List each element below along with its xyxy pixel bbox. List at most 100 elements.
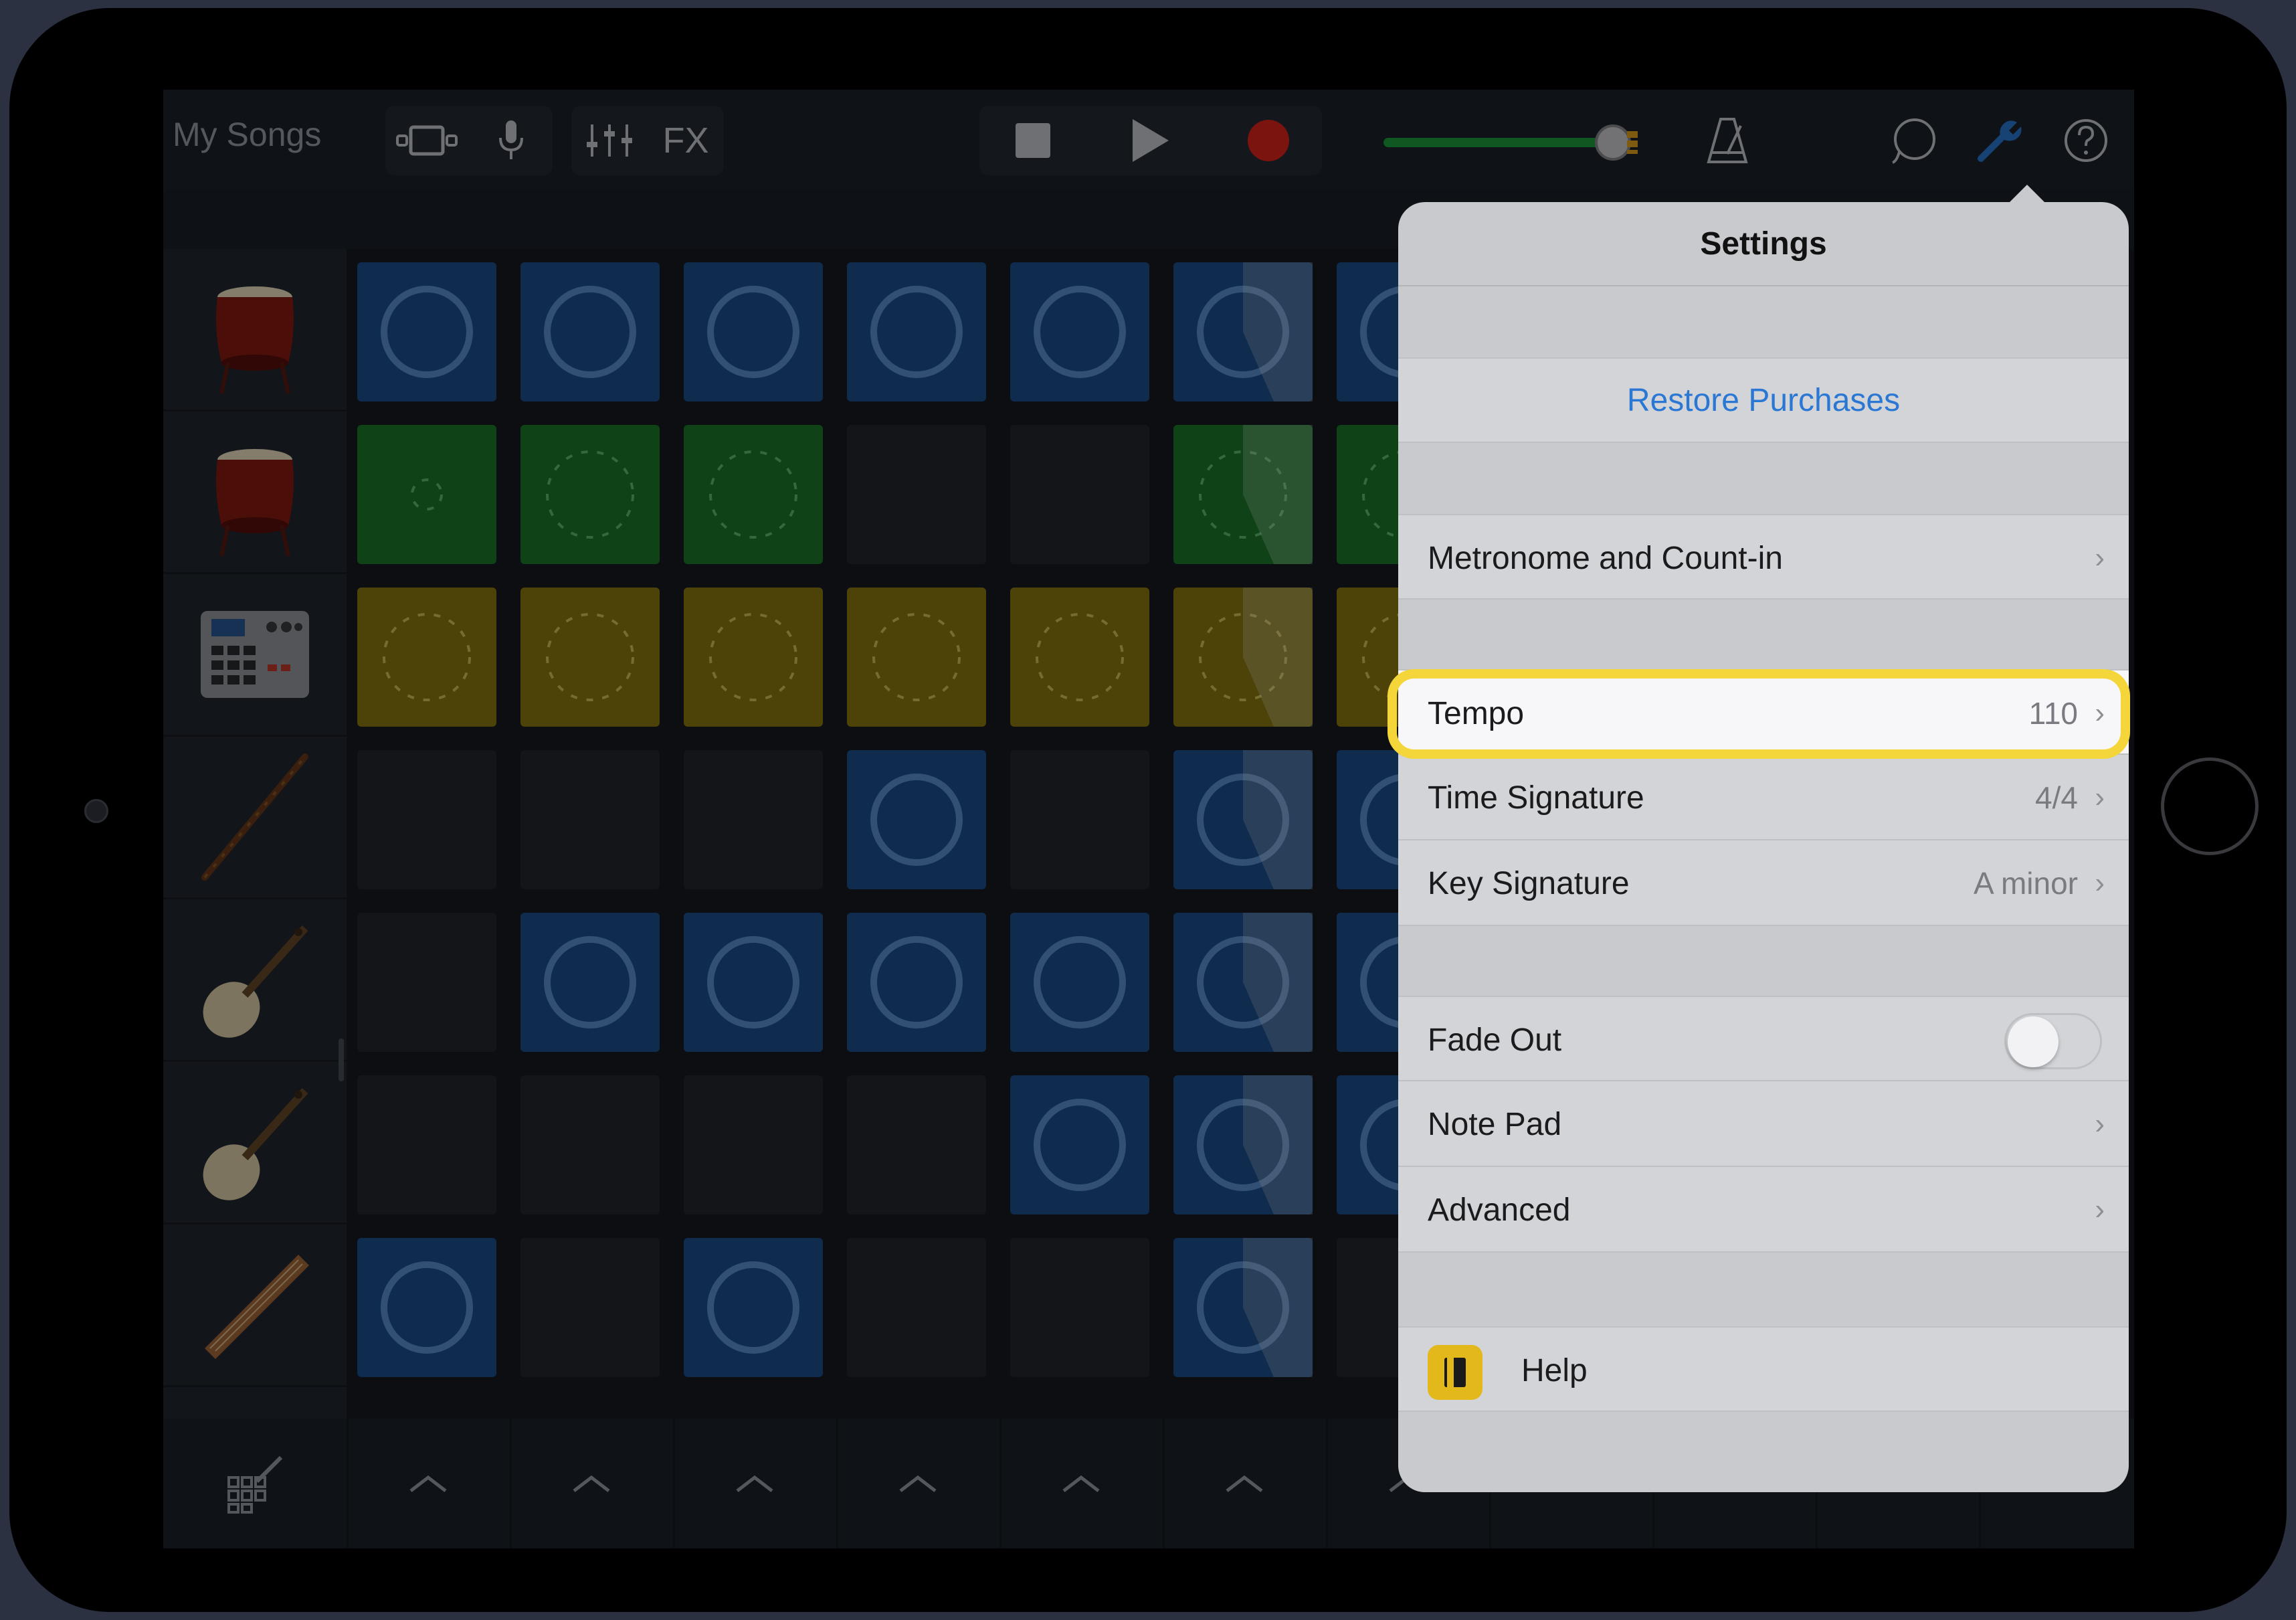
track-header-5[interactable] [163,899,347,1062]
my-songs-button[interactable]: My Songs [173,115,321,154]
master-volume-slider[interactable] [1383,138,1604,147]
record-button[interactable] [1215,106,1322,175]
fade-out-toggle[interactable] [2004,1013,2102,1069]
column-trigger-3[interactable] [673,1419,838,1548]
edit-grid-button[interactable] [163,1419,349,1548]
empty-loop-cell[interactable] [684,750,823,889]
empty-loop-cell[interactable] [520,1075,660,1214]
empty-loop-cell[interactable] [684,1075,823,1214]
settings-popover: Settings Restore Purchases Metronome and… [1398,202,2129,1492]
help-row[interactable]: Help [1398,1326,2129,1412]
loop-cell-blue[interactable] [520,262,660,401]
advanced-row[interactable]: Advanced › [1398,1167,2129,1253]
column-trigger-6[interactable] [1163,1419,1328,1548]
play-button[interactable] [1097,106,1204,175]
column-trigger-5[interactable] [999,1419,1165,1548]
loop-cell-green[interactable] [520,425,660,564]
column-trigger-2[interactable] [510,1419,675,1548]
fade-out-row: Fade Out [1398,996,2129,1081]
microphone-button[interactable] [470,106,553,175]
home-button[interactable] [2161,757,2259,855]
loop-cell-blue[interactable] [1010,1075,1149,1214]
waveform-ring-icon [1197,750,1313,889]
empty-loop-cell[interactable] [1010,750,1149,889]
loop-cell-blue[interactable] [684,913,823,1052]
time-signature-row[interactable]: Time Signature 4/4 › [1398,755,2129,840]
tempo-row[interactable]: Tempo 110 › [1398,669,2129,755]
loop-cell-blue[interactable] [1173,1075,1313,1214]
garageband-screen: My Songs FX Settings Restore Purchases M… [163,90,2134,1548]
column-trigger-4[interactable] [836,1419,1001,1548]
help-button[interactable] [2051,106,2121,175]
stop-button[interactable] [979,106,1086,175]
track-header-6[interactable] [163,1062,347,1225]
loop-cell-blue[interactable] [684,1238,823,1377]
key-signature-row[interactable]: Key Signature A minor › [1398,840,2129,926]
waveform-ring-icon [1034,1099,1126,1191]
loop-cell-yellow[interactable] [1173,588,1313,727]
loop-cell-blue[interactable] [847,750,986,889]
empty-loop-cell[interactable] [847,1075,986,1214]
empty-loop-cell[interactable] [357,1075,496,1214]
waveform-ring-icon [1197,1238,1313,1377]
metronome-count-in-row[interactable]: Metronome and Count-in › [1398,514,2129,600]
loop-cell-yellow[interactable] [357,588,496,727]
fx-button[interactable]: FX [648,106,724,175]
empty-loop-cell[interactable] [520,750,660,889]
empty-loop-cell[interactable] [357,913,496,1052]
empty-loop-cell[interactable] [847,425,986,564]
ipad-frame: My Songs FX Settings Restore Purchases M… [0,0,2296,1620]
mixer-button[interactable] [571,106,648,175]
loop-cell-blue[interactable] [357,1238,496,1377]
loop-cell-green[interactable] [357,425,496,564]
waveform-ring-icon [707,936,799,1028]
column-trigger-1[interactable] [347,1419,512,1548]
empty-loop-cell[interactable] [1010,425,1149,564]
settings-button[interactable] [1964,106,2034,175]
waveform-ring-icon [546,450,634,539]
restore-purchases-button[interactable]: Restore Purchases [1398,357,2129,443]
loop-browser-button[interactable] [1880,106,1949,175]
loop-cell-blue[interactable] [1173,1238,1313,1377]
playhead-wedge [1243,1075,1313,1214]
metronome-button[interactable] [1693,106,1762,175]
loop-cell-blue[interactable] [1173,750,1313,889]
loop-cell-blue[interactable] [1010,262,1149,401]
empty-loop-cell[interactable] [847,1238,986,1377]
playhead-wedge [1243,1238,1313,1377]
loop-cell-blue[interactable] [1173,913,1313,1052]
flute-icon [201,753,308,881]
loop-cell-yellow[interactable] [520,588,660,727]
row-label: Advanced [1428,1192,1571,1228]
track-header-4[interactable] [163,737,347,899]
metronome-icon [1707,118,1748,163]
loop-cell-blue[interactable] [847,262,986,401]
loop-cell-blue[interactable] [1173,262,1313,401]
empty-loop-cell[interactable] [357,750,496,889]
loop-cell-yellow[interactable] [847,588,986,727]
loop-cell-yellow[interactable] [1010,588,1149,727]
loop-cell-blue[interactable] [684,262,823,401]
loop-cell-green[interactable] [1173,425,1313,564]
track-header-2[interactable] [163,412,347,574]
view-toggle-button[interactable] [385,106,468,175]
empty-loop-cell[interactable] [520,1238,660,1377]
loop-cell-green[interactable] [684,425,823,564]
note-pad-row[interactable]: Note Pad › [1398,1081,2129,1167]
loop-cell-blue[interactable] [357,262,496,401]
grid-edit-icon [227,1455,283,1514]
volume-slider-knob[interactable] [1595,124,1631,161]
track-header-7[interactable] [163,1225,347,1387]
mixer-fx-group: FX [571,106,724,175]
track-header-1[interactable] [163,249,347,412]
row-label: Note Pad [1428,1106,1562,1142]
loop-cell-blue[interactable] [1010,913,1149,1052]
loop-cell-blue[interactable] [520,913,660,1052]
loop-cell-blue[interactable] [847,913,986,1052]
loop-cell-yellow[interactable] [684,588,823,727]
track-scrollbar[interactable] [339,1039,344,1081]
empty-loop-cell[interactable] [1010,1238,1149,1377]
stop-icon [1016,123,1050,158]
toggle-knob [2008,1016,2059,1067]
track-header-3[interactable] [163,574,347,737]
